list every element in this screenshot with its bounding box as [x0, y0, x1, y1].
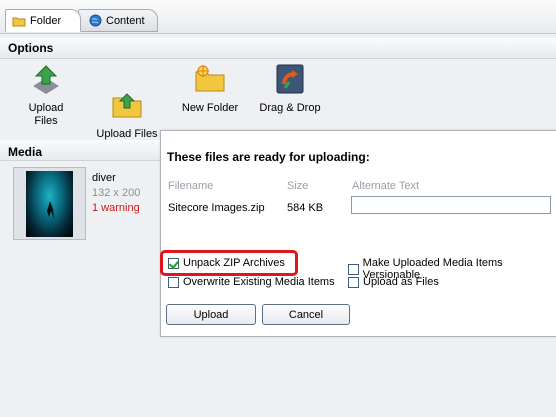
options-header: Options: [8, 41, 54, 55]
overwrite-checkbox[interactable]: [168, 276, 179, 288]
folder-upload-icon: [110, 75, 144, 118]
column-size: Size: [287, 180, 309, 192]
file-size: 584 KB: [287, 202, 324, 214]
upload-arrow-icon: [29, 62, 63, 96]
alternate-text-input[interactable]: [351, 196, 551, 214]
media-item-name: diver: [92, 172, 116, 184]
options-header-bar: [0, 38, 556, 59]
tab-content-label: Content: [106, 14, 145, 27]
media-thumbnail-frame[interactable]: [13, 167, 86, 240]
unpack-zip-highlight: [160, 250, 298, 276]
drag-drop-icon: [273, 62, 307, 96]
upload-as-files-label: Upload as Files: [363, 276, 439, 288]
column-alternate-text: Alternate Text: [352, 180, 420, 192]
media-item-dimensions: 132 x 200: [92, 187, 141, 199]
diver-thumbnail: [26, 171, 73, 237]
upload-files-button[interactable]: Upload Files: [17, 62, 75, 128]
cancel-button[interactable]: Cancel: [262, 304, 350, 325]
upload-files-label: Upload Files: [28, 102, 64, 127]
tab-content[interactable]: Content: [78, 9, 158, 32]
overwrite-option[interactable]: Overwrite Existing Media Items: [168, 276, 335, 288]
tab-folder[interactable]: Folder: [5, 9, 81, 32]
upload-as-files-checkbox[interactable]: [348, 276, 359, 288]
globe-icon: [89, 14, 102, 27]
media-item-warning[interactable]: 1 warning: [92, 201, 140, 216]
media-header: Media: [8, 145, 43, 159]
media-item-details: diver 132 x 200 1 warning: [92, 171, 140, 216]
file-name: Sitecore Images.zip: [168, 202, 265, 214]
dialog-title: These files are ready for uploading:: [167, 150, 370, 164]
tab-folder-label: Folder: [30, 14, 62, 27]
overwrite-label: Overwrite Existing Media Items: [183, 276, 335, 288]
new-folder-icon: [193, 62, 227, 96]
drag-drop-label: Drag & Drop: [259, 102, 321, 114]
folder-icon: [12, 15, 26, 27]
upload-as-files-option[interactable]: Upload as Files: [348, 276, 439, 288]
new-folder-label: New Folder: [181, 102, 239, 114]
ribbon-tab-bar: Folder Content: [0, 0, 556, 34]
drag-drop-button[interactable]: Drag & Drop: [258, 62, 322, 115]
column-filename: Filename: [168, 180, 214, 192]
new-folder-button[interactable]: New Folder: [180, 62, 240, 115]
versionable-checkbox[interactable]: [348, 263, 359, 275]
upload-button[interactable]: Upload: [166, 304, 256, 325]
